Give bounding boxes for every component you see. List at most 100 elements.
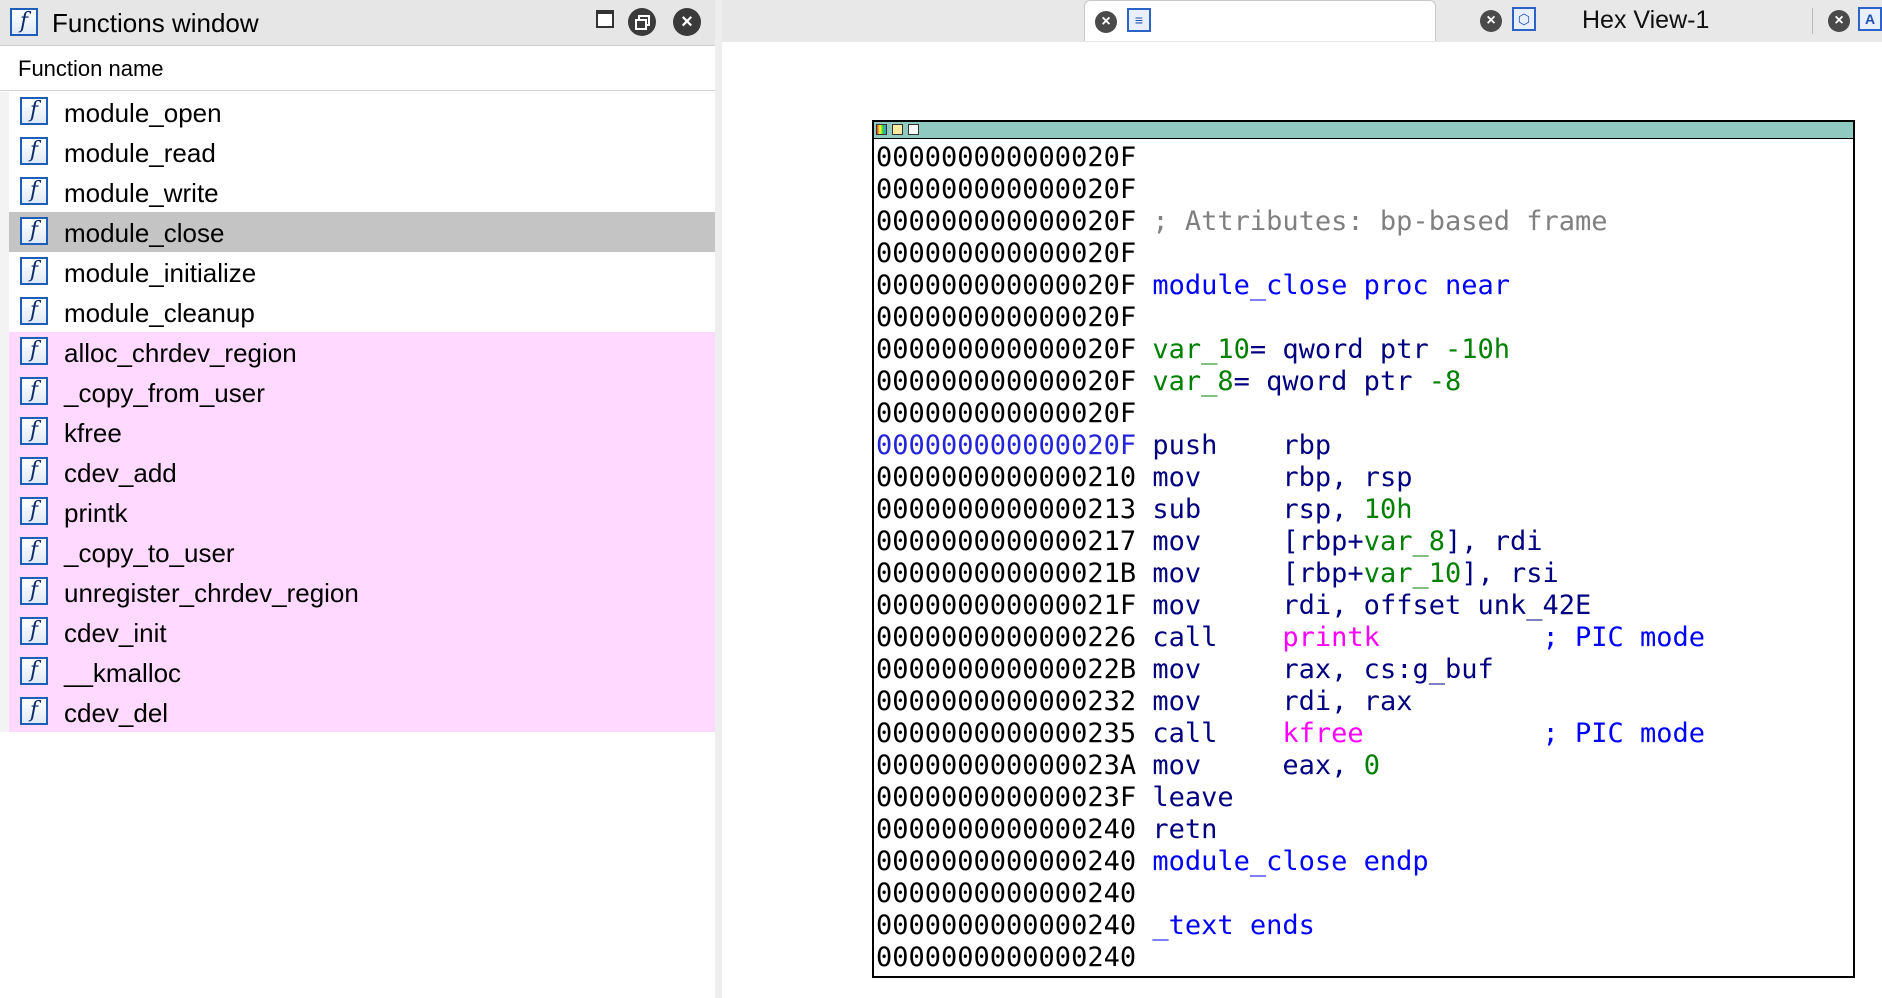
function-list-item[interactable]: f module_close [0,212,715,252]
disassembly-line[interactable]: 000000000000020F [876,174,1851,206]
disassembly-line[interactable]: 000000000000021B mov [rbp+var_10], rsi [876,558,1851,590]
disassembly-line[interactable]: 0000000000000240 _text ends [876,910,1851,942]
function-list-item[interactable]: f cdev_add [0,452,715,492]
disassembly-line[interactable]: 0000000000000232 mov rdi, rax [876,686,1851,718]
disassembly-line[interactable]: 000000000000022B mov rax, cs:g_buf [876,654,1851,686]
function-icon: f [10,8,38,36]
disassembly-line[interactable]: 0000000000000240 retn [876,814,1851,846]
tab-separator [1812,8,1813,34]
function-name: cdev_del [64,698,169,728]
disassembly-token: retn [1136,814,1218,845]
close-tab-icon[interactable]: × [1480,10,1502,32]
close-tab-icon[interactable]: × [1828,10,1850,32]
disassembly-token: printk [1282,622,1380,653]
function-list-item[interactable]: f __kmalloc [0,652,715,692]
instruction-address: 0000000000000213 [876,494,1137,525]
close-icon[interactable]: × [673,8,701,36]
function-icon: f [20,377,48,405]
disassembly-line[interactable]: 0000000000000240 module_close endp [876,846,1851,878]
disassembly-line[interactable]: 0000000000000217 mov [rbp+var_8], rdi [876,526,1851,558]
instruction-address: 0000000000000240 [876,878,1137,909]
disassembly-line[interactable]: 000000000000020F var_8= qword ptr -8 [876,366,1851,398]
disassembly-line[interactable]: 000000000000020F module_close proc near [876,270,1851,302]
function-list-item[interactable]: f module_cleanup [0,292,715,332]
function-list-item[interactable]: f _copy_from_user [0,372,715,412]
disassembly-token: ], rsi [1461,558,1559,589]
list-view-icon[interactable] [908,124,919,135]
function-icon: f [20,337,48,365]
disassembly-line[interactable]: 0000000000000235 call kfree ; PIC mode [876,718,1851,750]
disassembly-token: sub [1136,494,1283,525]
close-tab-icon[interactable]: × [1095,11,1117,33]
instruction-address: 000000000000021B [876,558,1137,589]
instruction-address: 0000000000000210 [876,462,1137,493]
disassembly-line[interactable]: 000000000000020F [876,142,1851,174]
instruction-address: 0000000000000240 [876,846,1137,877]
function-list-item[interactable]: f module_open [0,92,715,132]
disassembly-token: mov [1136,686,1283,717]
disassembly-token: ], rdi [1444,526,1543,557]
disassembly-token: -10h [1444,334,1510,365]
function-icon: f [20,217,48,245]
disassembly-token: = qword ptr [1249,334,1445,365]
function-icon: f [20,257,48,285]
disassembly-line[interactable]: 0000000000000240 [876,878,1851,910]
rename-icon[interactable] [892,124,903,135]
disassembly-line[interactable]: 0000000000000210 mov rbp, rsp [876,462,1851,494]
functions-window-title: Functions window [52,8,259,38]
disassembly-line[interactable]: 000000000000020F [876,302,1851,334]
function-icon: f [20,577,48,605]
instruction-address: 0000000000000240 [876,942,1137,973]
tab-ida-view[interactable]: × ≡ [1084,0,1436,41]
panel-splitter[interactable] [715,0,722,998]
function-name: kfree [64,418,122,448]
function-name: module_initialize [64,258,257,288]
disassembly-token: ; Attributes: bp-based frame [1136,206,1608,237]
disassembly-line[interactable]: 000000000000020F push rbp [876,430,1851,462]
function-list-item[interactable]: f unregister_chrdev_region [0,572,715,612]
function-list-item[interactable]: f module_read [0,132,715,172]
set-color-icon[interactable] [876,124,887,135]
function-name: module_close [64,218,225,248]
disassembly-token: module_close endp [1136,846,1429,877]
function-name: cdev_add [64,458,177,488]
function-list-item[interactable]: f module_write [0,172,715,212]
disassembly-line[interactable]: 0000000000000226 call printk ; PIC mode [876,622,1851,654]
function-name: alloc_chrdev_region [64,338,297,368]
disassembly-line[interactable]: 000000000000020F ; Attributes: bp-based … [876,206,1851,238]
function-name: module_open [64,98,222,128]
function-name: _copy_to_user [64,538,235,568]
function-list-item[interactable]: f printk [0,492,715,532]
disassembly-line[interactable]: 000000000000020F [876,238,1851,270]
instruction-address: 000000000000020F [876,366,1137,397]
functions-window-titlebar[interactable]: f Functions window × [0,0,715,46]
graph-node[interactable]: 000000000000020F 000000000000020F 00000000… [872,120,1855,978]
disassembly-line[interactable]: 0000000000000240 [876,942,1851,974]
function-list-item[interactable]: f cdev_del [0,692,715,732]
column-header-function-name[interactable]: Function name [0,48,715,91]
ida-graph-view[interactable]: 000000000000020F 000000000000020F 00000000… [722,42,1882,998]
function-name: module_write [64,178,219,208]
function-icon: f [20,497,48,525]
restore-window-icon[interactable] [628,8,656,36]
tab-structures[interactable]: × A [1822,0,1882,40]
instruction-address: 0000000000000226 [876,622,1137,653]
disassembly-line[interactable]: 000000000000023A mov eax, 0 [876,750,1851,782]
function-list-item[interactable]: f cdev_init [0,612,715,652]
tab-hex-view[interactable]: × ⬡ Hex View-1 [1460,0,1790,40]
disassembly-line[interactable]: 000000000000020F var_10= qword ptr -10h [876,334,1851,366]
disassembly-listing[interactable]: 000000000000020F 000000000000020F 00000000… [876,142,1851,974]
minimize-icon[interactable] [592,8,620,36]
disassembly-line[interactable]: 0000000000000213 sub rsp, 10h [876,494,1851,526]
disassembly-token: rsp, [1282,494,1364,525]
disassembly-token: mov [1136,750,1283,781]
disassembly-line[interactable]: 000000000000023F leave [876,782,1851,814]
function-list-item[interactable]: f kfree [0,412,715,452]
function-list-item[interactable]: f module_initialize [0,252,715,292]
disassembly-line[interactable]: 000000000000020F [876,398,1851,430]
function-list-item[interactable]: f alloc_chrdev_region [0,332,715,372]
functions-window: f Functions window × Function name f modu… [0,0,716,998]
function-list-item[interactable]: f _copy_to_user [0,532,715,572]
disassembly-line[interactable]: 000000000000021F mov rdi, offset unk_42E [876,590,1851,622]
disassembly-token: eax, [1282,750,1364,781]
